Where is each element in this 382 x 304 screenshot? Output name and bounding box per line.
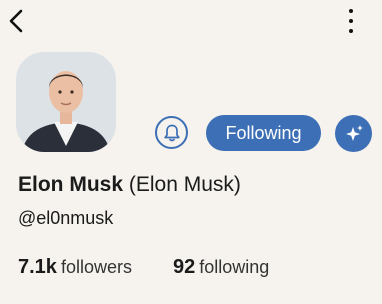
following-button[interactable]: Following: [206, 115, 321, 151]
display-name: Elon Musk: [18, 173, 124, 196]
more-vertical-icon: [349, 9, 353, 13]
profile-name-row: Elon Musk (Elon Musk): [18, 173, 241, 197]
profile-handle: @el0nmusk: [18, 208, 114, 228]
sparkle-button[interactable]: [335, 115, 372, 152]
sparkle-icon: [345, 124, 363, 141]
bell-icon: [163, 124, 180, 141]
back-button[interactable]: [6, 8, 26, 34]
followers-count: 7.1k: [18, 256, 57, 278]
profile-stats: 7.1k followers 92 following: [18, 256, 269, 279]
notifications-button[interactable]: [155, 116, 188, 149]
profile-photo: [16, 52, 116, 152]
real-name: (Elon Musk): [128, 173, 241, 196]
more-options-button[interactable]: [346, 9, 356, 33]
following-label: following: [199, 257, 270, 277]
followers-stat[interactable]: 7.1k followers: [18, 256, 132, 279]
avatar[interactable]: [16, 52, 116, 152]
followers-label: followers: [60, 257, 132, 277]
following-count: 92: [172, 256, 196, 278]
following-stat[interactable]: 92 following: [173, 256, 269, 279]
chevron-left-icon: [9, 9, 23, 33]
